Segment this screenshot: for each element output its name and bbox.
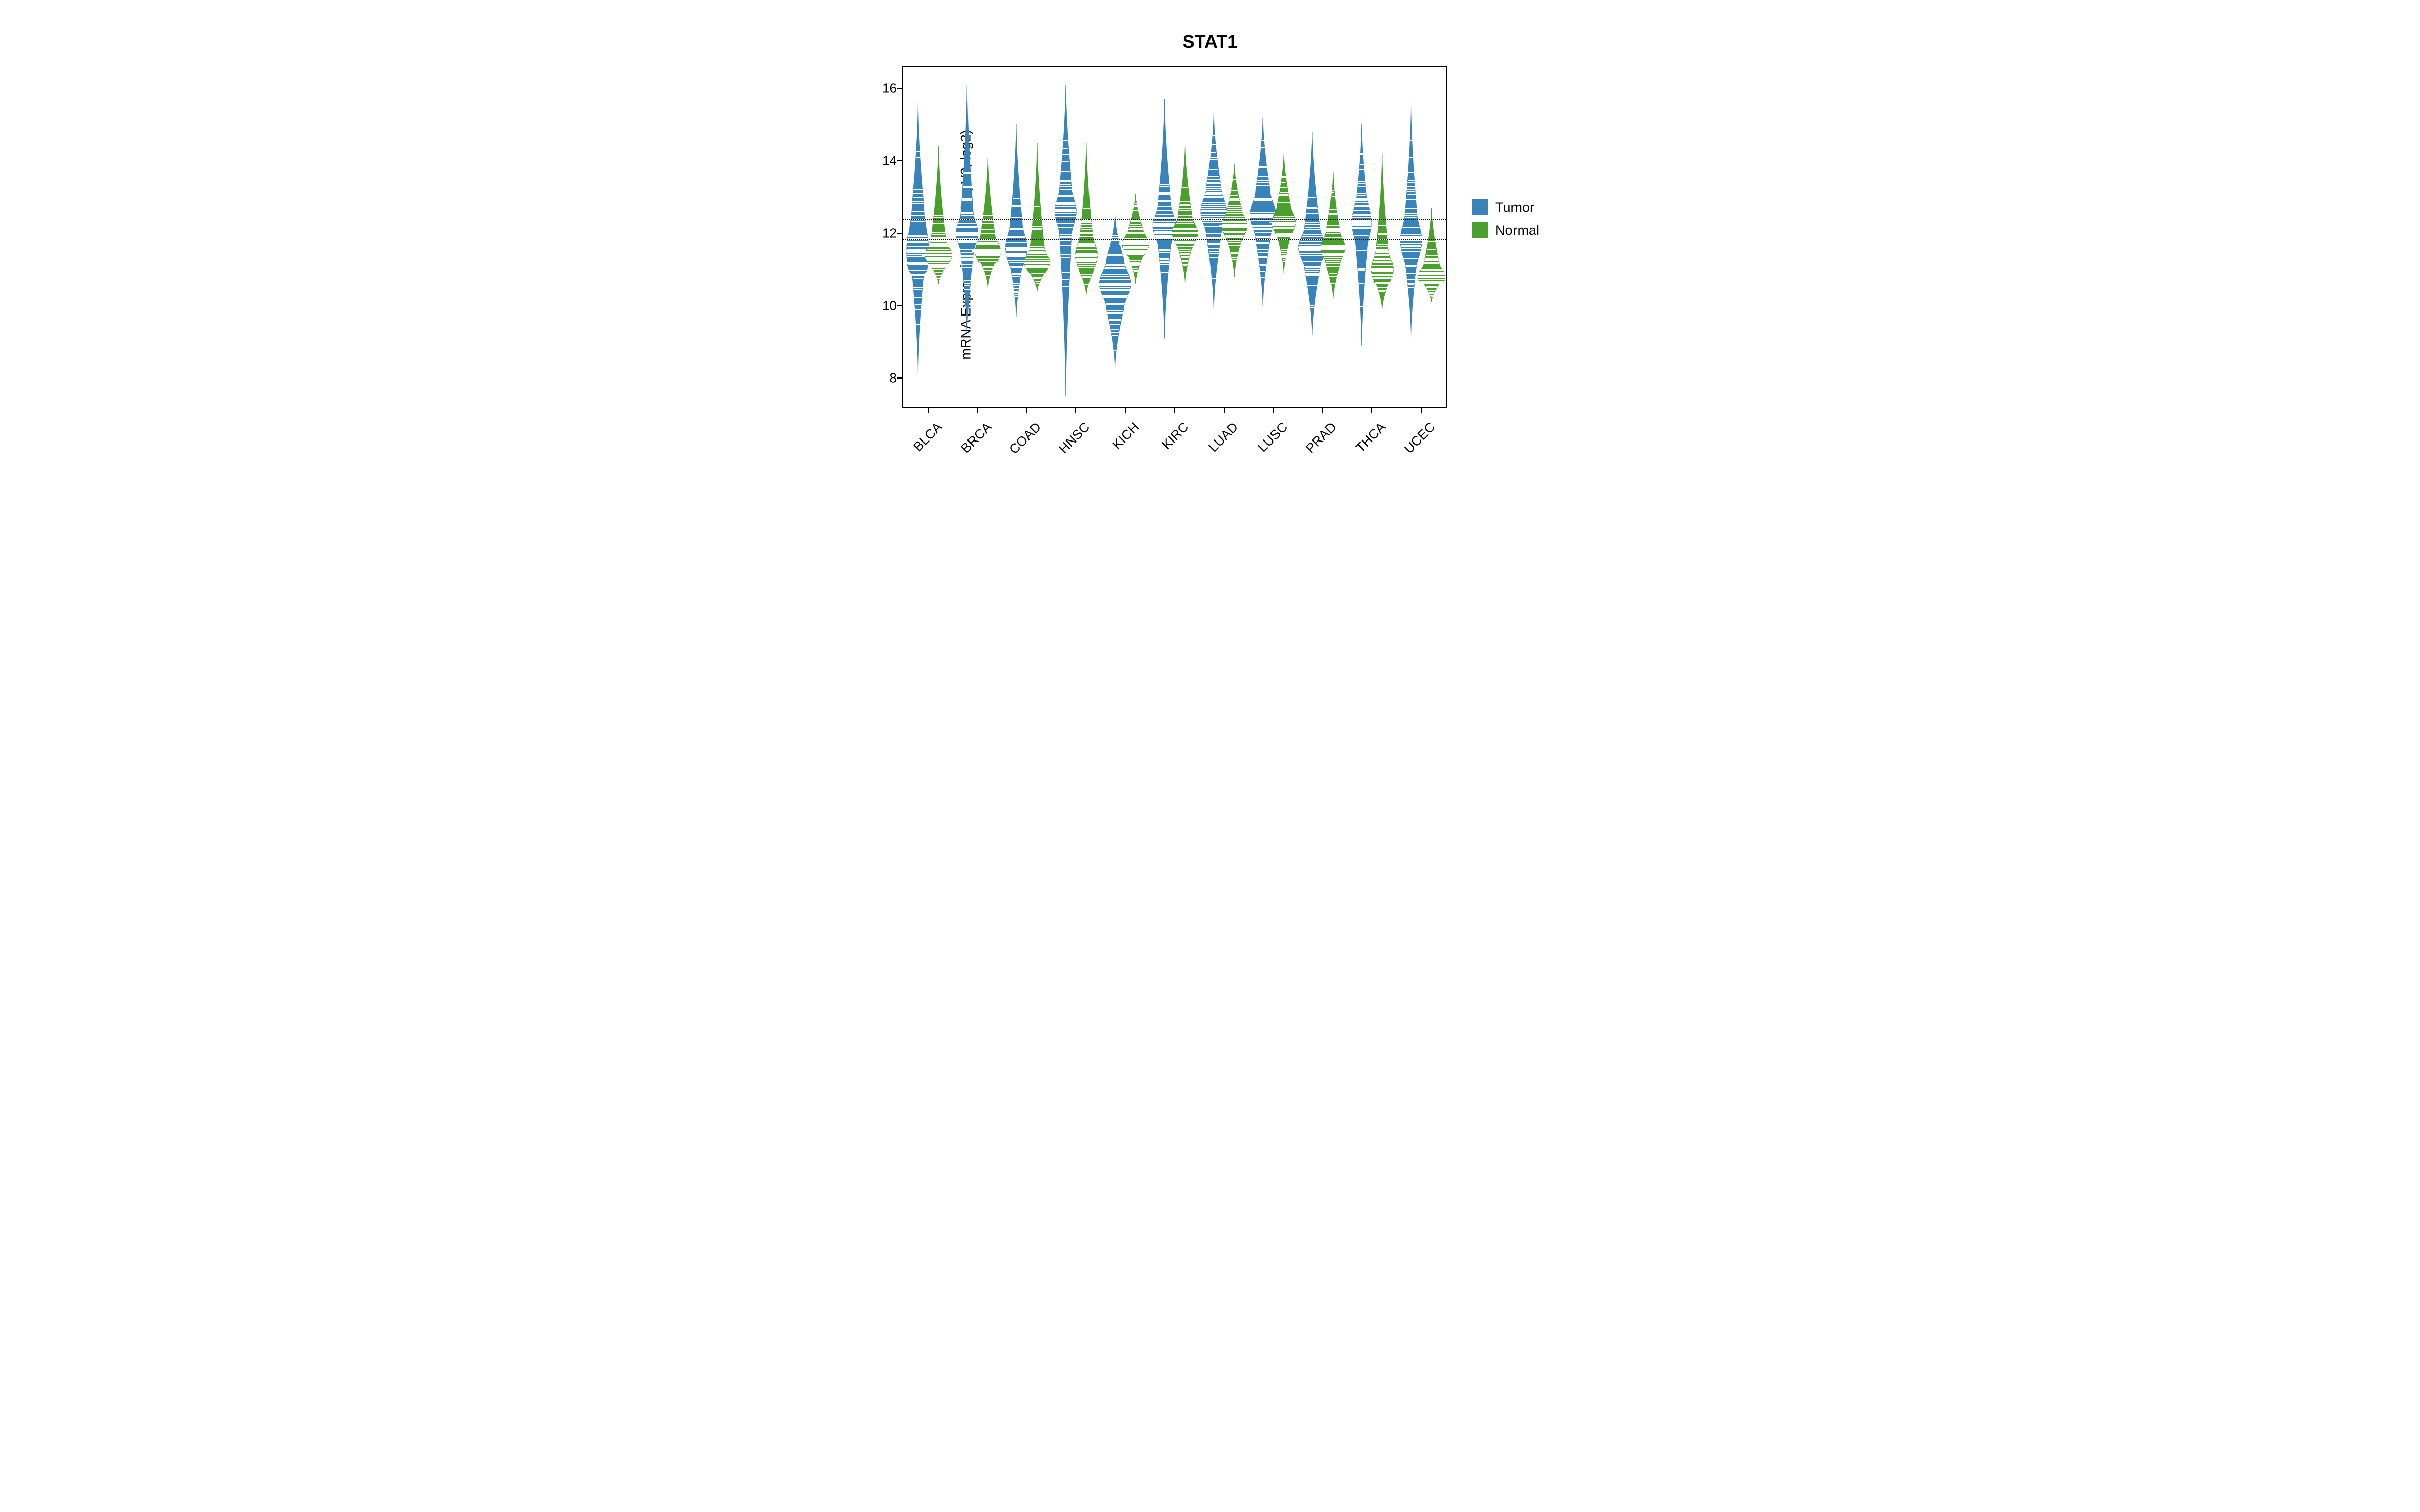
y-tick	[897, 160, 903, 161]
x-tick-label: HNSC	[1050, 419, 1094, 463]
legend-label: Normal	[1495, 223, 1539, 238]
x-tick	[1421, 407, 1422, 413]
x-tick	[977, 407, 978, 413]
x-tick	[1273, 407, 1274, 413]
x-tick	[1224, 407, 1225, 413]
x-tick-label: PRAD	[1297, 419, 1340, 463]
y-tick-label: 16	[874, 81, 897, 96]
x-tick-label: BLCA	[902, 419, 945, 463]
x-tick-label: BRCA	[951, 419, 995, 463]
x-tick	[928, 407, 929, 413]
x-tick	[1026, 407, 1027, 413]
y-tick-label: 14	[874, 153, 897, 168]
x-tick	[1371, 407, 1372, 413]
legend-swatch	[1472, 199, 1488, 215]
x-tick-label: COAD	[1001, 419, 1044, 463]
y-tick-label: 8	[874, 370, 897, 386]
chart-container: STAT1 mRNA Expression (RNASeq V2, log2) …	[827, 0, 1593, 479]
x-tick-label: KIRC	[1148, 419, 1192, 463]
legend-label: Tumor	[1495, 200, 1534, 215]
x-tick-label: KICH	[1100, 419, 1143, 463]
y-tick	[897, 88, 903, 89]
x-tick	[1125, 407, 1126, 413]
y-tick-label: 10	[874, 298, 897, 313]
chart-title: STAT1	[827, 31, 1593, 52]
legend-swatch	[1472, 222, 1488, 238]
y-tick	[897, 377, 903, 379]
y-tick-label: 12	[874, 225, 897, 241]
legend-item: Normal	[1472, 222, 1539, 238]
legend: Tumor Normal	[1472, 199, 1539, 245]
x-tick	[1075, 407, 1076, 413]
y-tick	[897, 305, 903, 306]
reference-line	[903, 239, 1446, 240]
plot-area	[903, 67, 1446, 407]
y-tick	[897, 233, 903, 234]
x-tick-label: LUAD	[1198, 419, 1241, 463]
x-tick-label: LUSC	[1247, 419, 1291, 463]
x-tick	[1174, 407, 1175, 413]
plot-frame: 810121416BLCABRCACOADHNSCKICHKIRCLUADLUS…	[902, 66, 1447, 408]
legend-item: Tumor	[1472, 199, 1539, 215]
x-tick	[1322, 407, 1323, 413]
x-tick-label: THCA	[1346, 419, 1389, 463]
x-tick-label: UCEC	[1395, 419, 1438, 463]
reference-line	[903, 219, 1446, 220]
bean-normal	[903, 67, 1446, 407]
